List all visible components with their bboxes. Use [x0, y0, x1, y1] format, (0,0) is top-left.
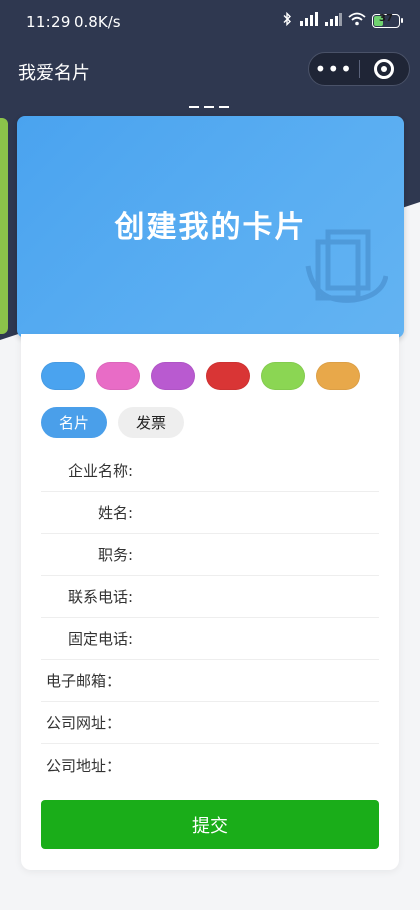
field-row-phone: 联系电话: — [41, 576, 379, 618]
color-option-green[interactable] — [261, 362, 305, 390]
field-row-company: 企业名称: — [41, 450, 379, 492]
mini-program-capsule: ••• — [308, 52, 410, 86]
close-mini-program-icon[interactable] — [359, 53, 409, 85]
battery-icon: 37 — [372, 13, 403, 28]
status-bar: 11:29 0.8K/s 37 — [0, 0, 420, 44]
card-watermark-icon — [304, 226, 389, 310]
tab-business-card[interactable]: 名片 — [41, 407, 107, 438]
carousel-dot[interactable] — [189, 106, 199, 108]
job-title-input[interactable] — [133, 539, 379, 570]
phone-input[interactable] — [133, 581, 379, 612]
website-label: 公司网址： — [46, 714, 122, 732]
carousel-indicator — [189, 106, 229, 108]
email-label: 电子邮箱： — [46, 672, 122, 690]
landline-label: 固定电话: — [67, 630, 133, 648]
more-options-icon[interactable]: ••• — [309, 53, 359, 85]
email-input[interactable] — [133, 665, 379, 696]
color-option-red[interactable] — [206, 362, 250, 390]
color-option-orange[interactable] — [316, 362, 360, 390]
name-label: 姓名: — [97, 504, 133, 522]
field-row-address: 公司地址： — [41, 744, 379, 786]
navigation-bar: 我爱名片 ••• — [0, 44, 420, 96]
page-title: 我爱名片 — [18, 63, 90, 84]
card-form: 名片 发票 企业名称: 姓名: 职务: 联系电话: 固定电话: 电子邮箱： 公司 — [21, 334, 399, 870]
field-row-landline: 固定电话: — [41, 618, 379, 660]
submit-button[interactable]: 提交 — [41, 800, 379, 849]
name-input[interactable] — [133, 497, 379, 528]
field-row-name: 姓名: — [41, 492, 379, 534]
type-tabs: 名片 发票 — [41, 407, 184, 438]
company-input[interactable] — [133, 455, 379, 486]
color-option-purple[interactable] — [151, 362, 195, 390]
bluetooth-icon — [282, 11, 292, 30]
website-input[interactable] — [133, 707, 379, 738]
phone-label: 联系电话: — [67, 588, 133, 606]
color-option-pink[interactable] — [96, 362, 140, 390]
landline-input[interactable] — [133, 623, 379, 654]
form-fields: 企业名称: 姓名: 职务: 联系电话: 固定电话: 电子邮箱： 公司网址： 公司… — [41, 450, 379, 786]
address-input[interactable] — [133, 750, 379, 780]
signal-icon — [324, 12, 342, 30]
status-icons: 37 — [282, 11, 403, 30]
wifi-icon — [348, 12, 366, 30]
carousel-dot[interactable] — [219, 106, 229, 108]
battery-percent: 37 — [379, 13, 393, 24]
address-label: 公司地址： — [46, 756, 122, 775]
carousel-previous-card[interactable] — [0, 118, 8, 334]
carousel-dot[interactable] — [204, 106, 214, 108]
status-network-speed: 0.8K/s — [74, 13, 121, 31]
field-row-website: 公司网址： — [41, 702, 379, 744]
field-row-title: 职务: — [41, 534, 379, 576]
color-option-blue[interactable] — [41, 362, 85, 390]
job-title-label: 职务: — [97, 546, 133, 564]
card-preview[interactable]: 创建我的卡片 — [17, 116, 404, 338]
signal-hd-icon — [298, 12, 318, 30]
field-row-email: 电子邮箱： — [41, 660, 379, 702]
status-time: 11:29 — [26, 13, 71, 31]
tab-invoice[interactable]: 发票 — [118, 407, 184, 438]
company-label: 企业名称: — [67, 462, 133, 480]
color-picker — [41, 362, 360, 390]
